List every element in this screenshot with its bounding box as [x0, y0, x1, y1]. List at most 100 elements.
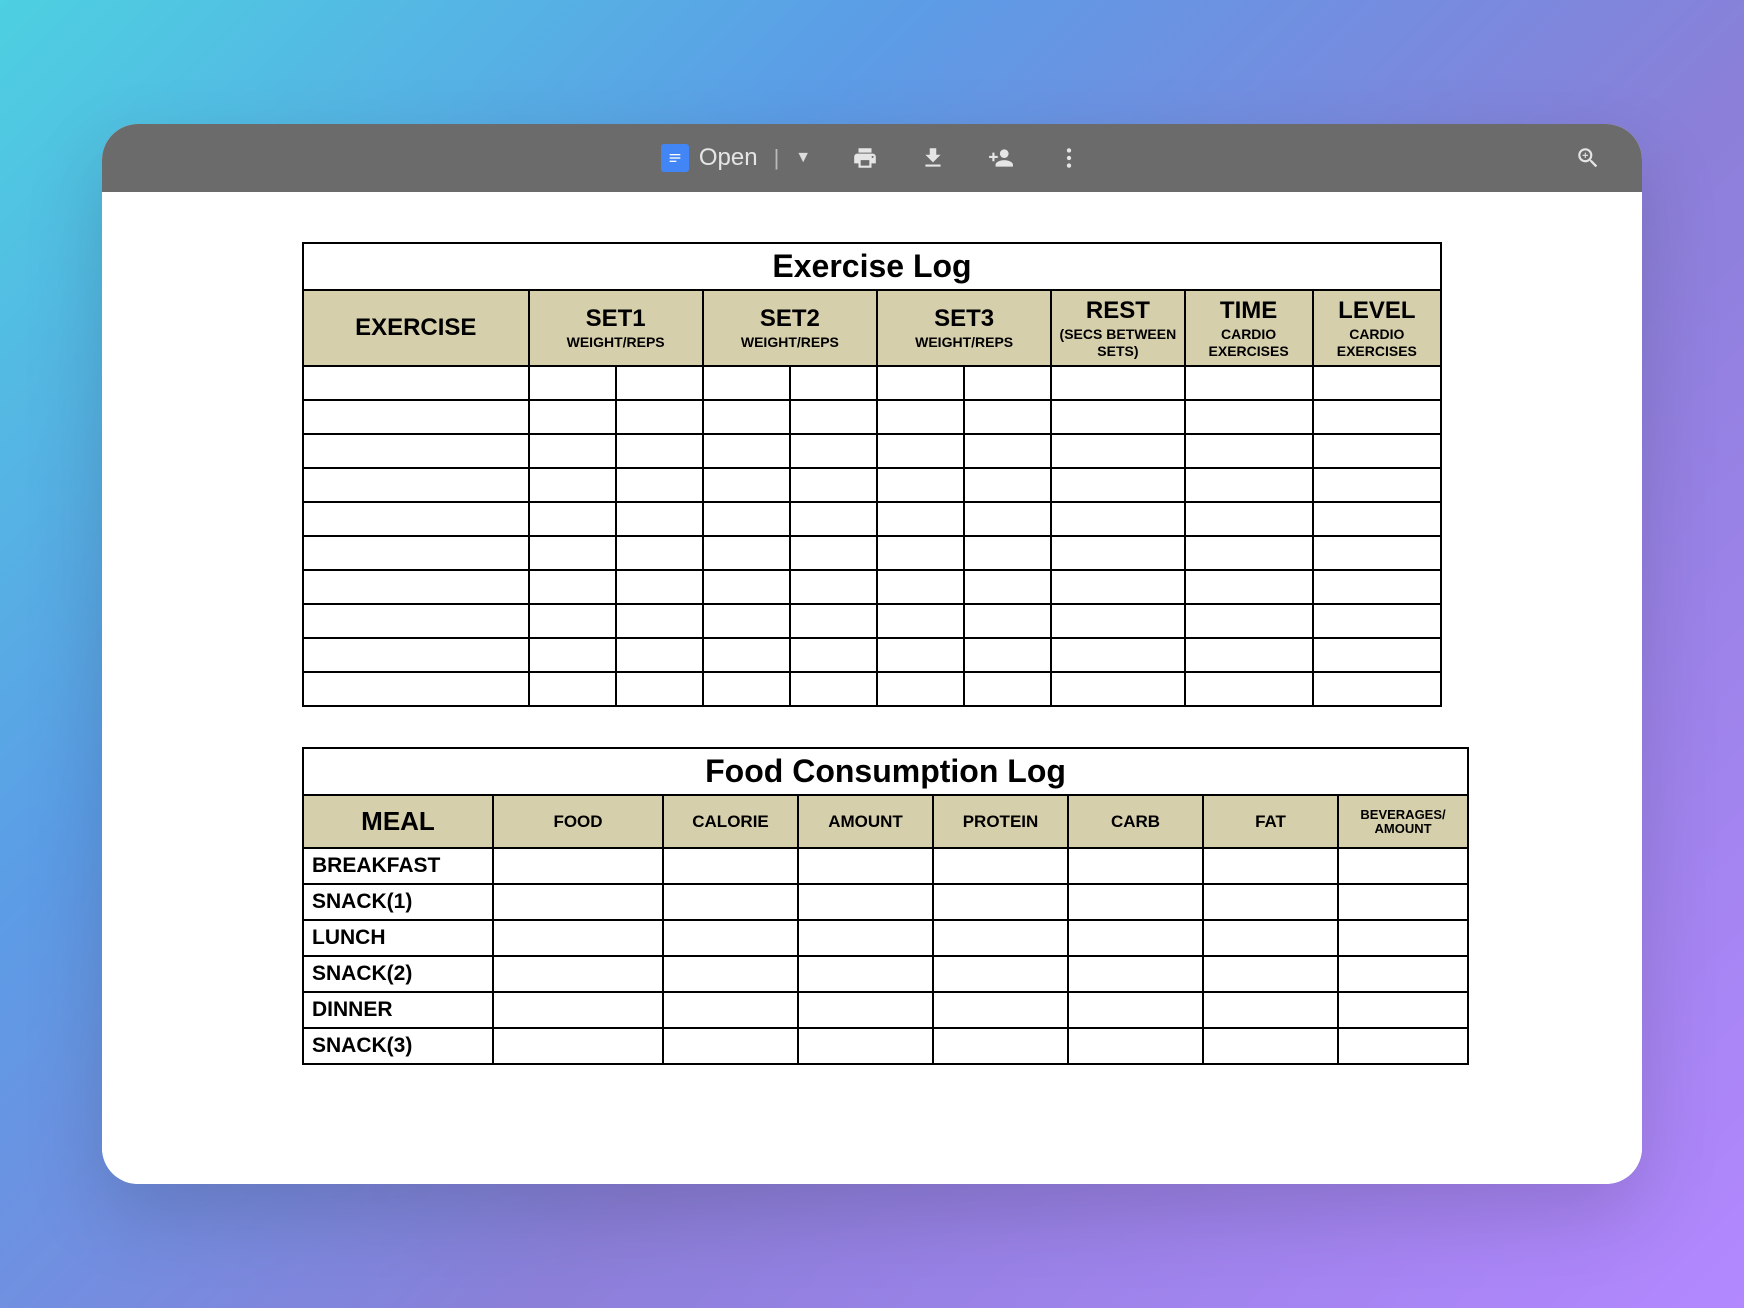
open-button[interactable]: Open | ▼ [661, 144, 811, 172]
hdr-beverages: BEVERAGES/ AMOUNT [1338, 795, 1468, 848]
table-cell [798, 1028, 933, 1064]
table-cell [1313, 672, 1441, 706]
table-cell [1338, 848, 1468, 884]
table-cell [964, 400, 1051, 434]
table-row [303, 604, 1441, 638]
table-cell [703, 638, 790, 672]
table-cell [1051, 536, 1184, 570]
table-cell [1051, 366, 1184, 400]
table-cell [303, 468, 529, 502]
table-cell [529, 570, 616, 604]
table-cell [1203, 956, 1338, 992]
table-row: LUNCH [303, 920, 1468, 956]
table-cell [877, 672, 964, 706]
table-cell [964, 502, 1051, 536]
table-cell [616, 434, 703, 468]
table-cell [1051, 604, 1184, 638]
table-cell [529, 400, 616, 434]
hdr-meal: MEAL [303, 795, 493, 848]
zoom-in-icon[interactable] [1574, 144, 1602, 172]
print-icon[interactable] [851, 144, 879, 172]
table-cell [303, 366, 529, 400]
table-cell [529, 536, 616, 570]
hdr-time: TIMECARDIO EXERCISES [1185, 290, 1313, 366]
table-cell [1185, 400, 1313, 434]
chevron-down-icon[interactable]: ▼ [795, 149, 811, 167]
table-cell [790, 502, 877, 536]
table-cell [663, 992, 798, 1028]
hdr-set2: SET2WEIGHT/REPS [703, 290, 877, 366]
table-cell [663, 848, 798, 884]
table-cell [964, 536, 1051, 570]
toolbar-center: Open | ▼ [661, 144, 1083, 172]
hdr-fat: FAT [1203, 795, 1338, 848]
table-cell [1051, 570, 1184, 604]
table-cell [493, 920, 663, 956]
download-icon[interactable] [919, 144, 947, 172]
table-cell [529, 502, 616, 536]
table-cell [1068, 848, 1203, 884]
table-cell [1313, 570, 1441, 604]
table-cell [1185, 434, 1313, 468]
table-cell [303, 502, 529, 536]
open-divider: | [774, 145, 780, 171]
table-cell [703, 468, 790, 502]
meal-label: DINNER [303, 992, 493, 1028]
table-row [303, 536, 1441, 570]
hdr-exercise: EXERCISE [303, 290, 529, 366]
more-icon[interactable] [1055, 144, 1083, 172]
document-area[interactable]: Exercise Log EXERCISE SET1WEIGHT/REPS SE… [102, 192, 1642, 1184]
table-cell [1068, 1028, 1203, 1064]
table-row: SNACK(3) [303, 1028, 1468, 1064]
table-cell [703, 502, 790, 536]
table-cell [493, 1028, 663, 1064]
table-cell [1203, 884, 1338, 920]
table-cell [964, 570, 1051, 604]
table-cell [1185, 366, 1313, 400]
table-cell [1051, 672, 1184, 706]
table-cell [1185, 638, 1313, 672]
table-cell [877, 400, 964, 434]
table-cell [933, 920, 1068, 956]
table-row [303, 366, 1441, 400]
table-cell [933, 884, 1068, 920]
table-cell [1338, 956, 1468, 992]
table-row [303, 502, 1441, 536]
table-cell [964, 604, 1051, 638]
table-cell [877, 434, 964, 468]
table-cell [529, 672, 616, 706]
table-cell [1338, 1028, 1468, 1064]
table-cell [877, 570, 964, 604]
table-cell [663, 1028, 798, 1064]
table-cell [1313, 604, 1441, 638]
hdr-set3: SET3WEIGHT/REPS [877, 290, 1051, 366]
table-row [303, 434, 1441, 468]
hdr-amount: AMOUNT [798, 795, 933, 848]
table-row: DINNER [303, 992, 1468, 1028]
table-cell [1185, 536, 1313, 570]
table-cell [1313, 502, 1441, 536]
table-cell [703, 536, 790, 570]
table-row: SNACK(2) [303, 956, 1468, 992]
table-cell [663, 884, 798, 920]
table-cell [703, 604, 790, 638]
table-cell [1068, 956, 1203, 992]
table-cell [964, 434, 1051, 468]
hdr-set1: SET1WEIGHT/REPS [529, 290, 703, 366]
meal-label: SNACK(1) [303, 884, 493, 920]
hdr-rest: REST(SECS BETWEEN SETS) [1051, 290, 1184, 366]
table-cell [790, 570, 877, 604]
table-cell [616, 536, 703, 570]
table-cell [1068, 920, 1203, 956]
table-cell [964, 638, 1051, 672]
table-cell [1313, 366, 1441, 400]
table-cell [790, 434, 877, 468]
add-person-icon[interactable] [987, 144, 1015, 172]
table-cell [798, 992, 933, 1028]
table-cell [303, 536, 529, 570]
table-cell [663, 920, 798, 956]
table-cell [877, 468, 964, 502]
table-cell [616, 366, 703, 400]
food-log-title: Food Consumption Log [303, 748, 1468, 795]
table-cell [798, 920, 933, 956]
